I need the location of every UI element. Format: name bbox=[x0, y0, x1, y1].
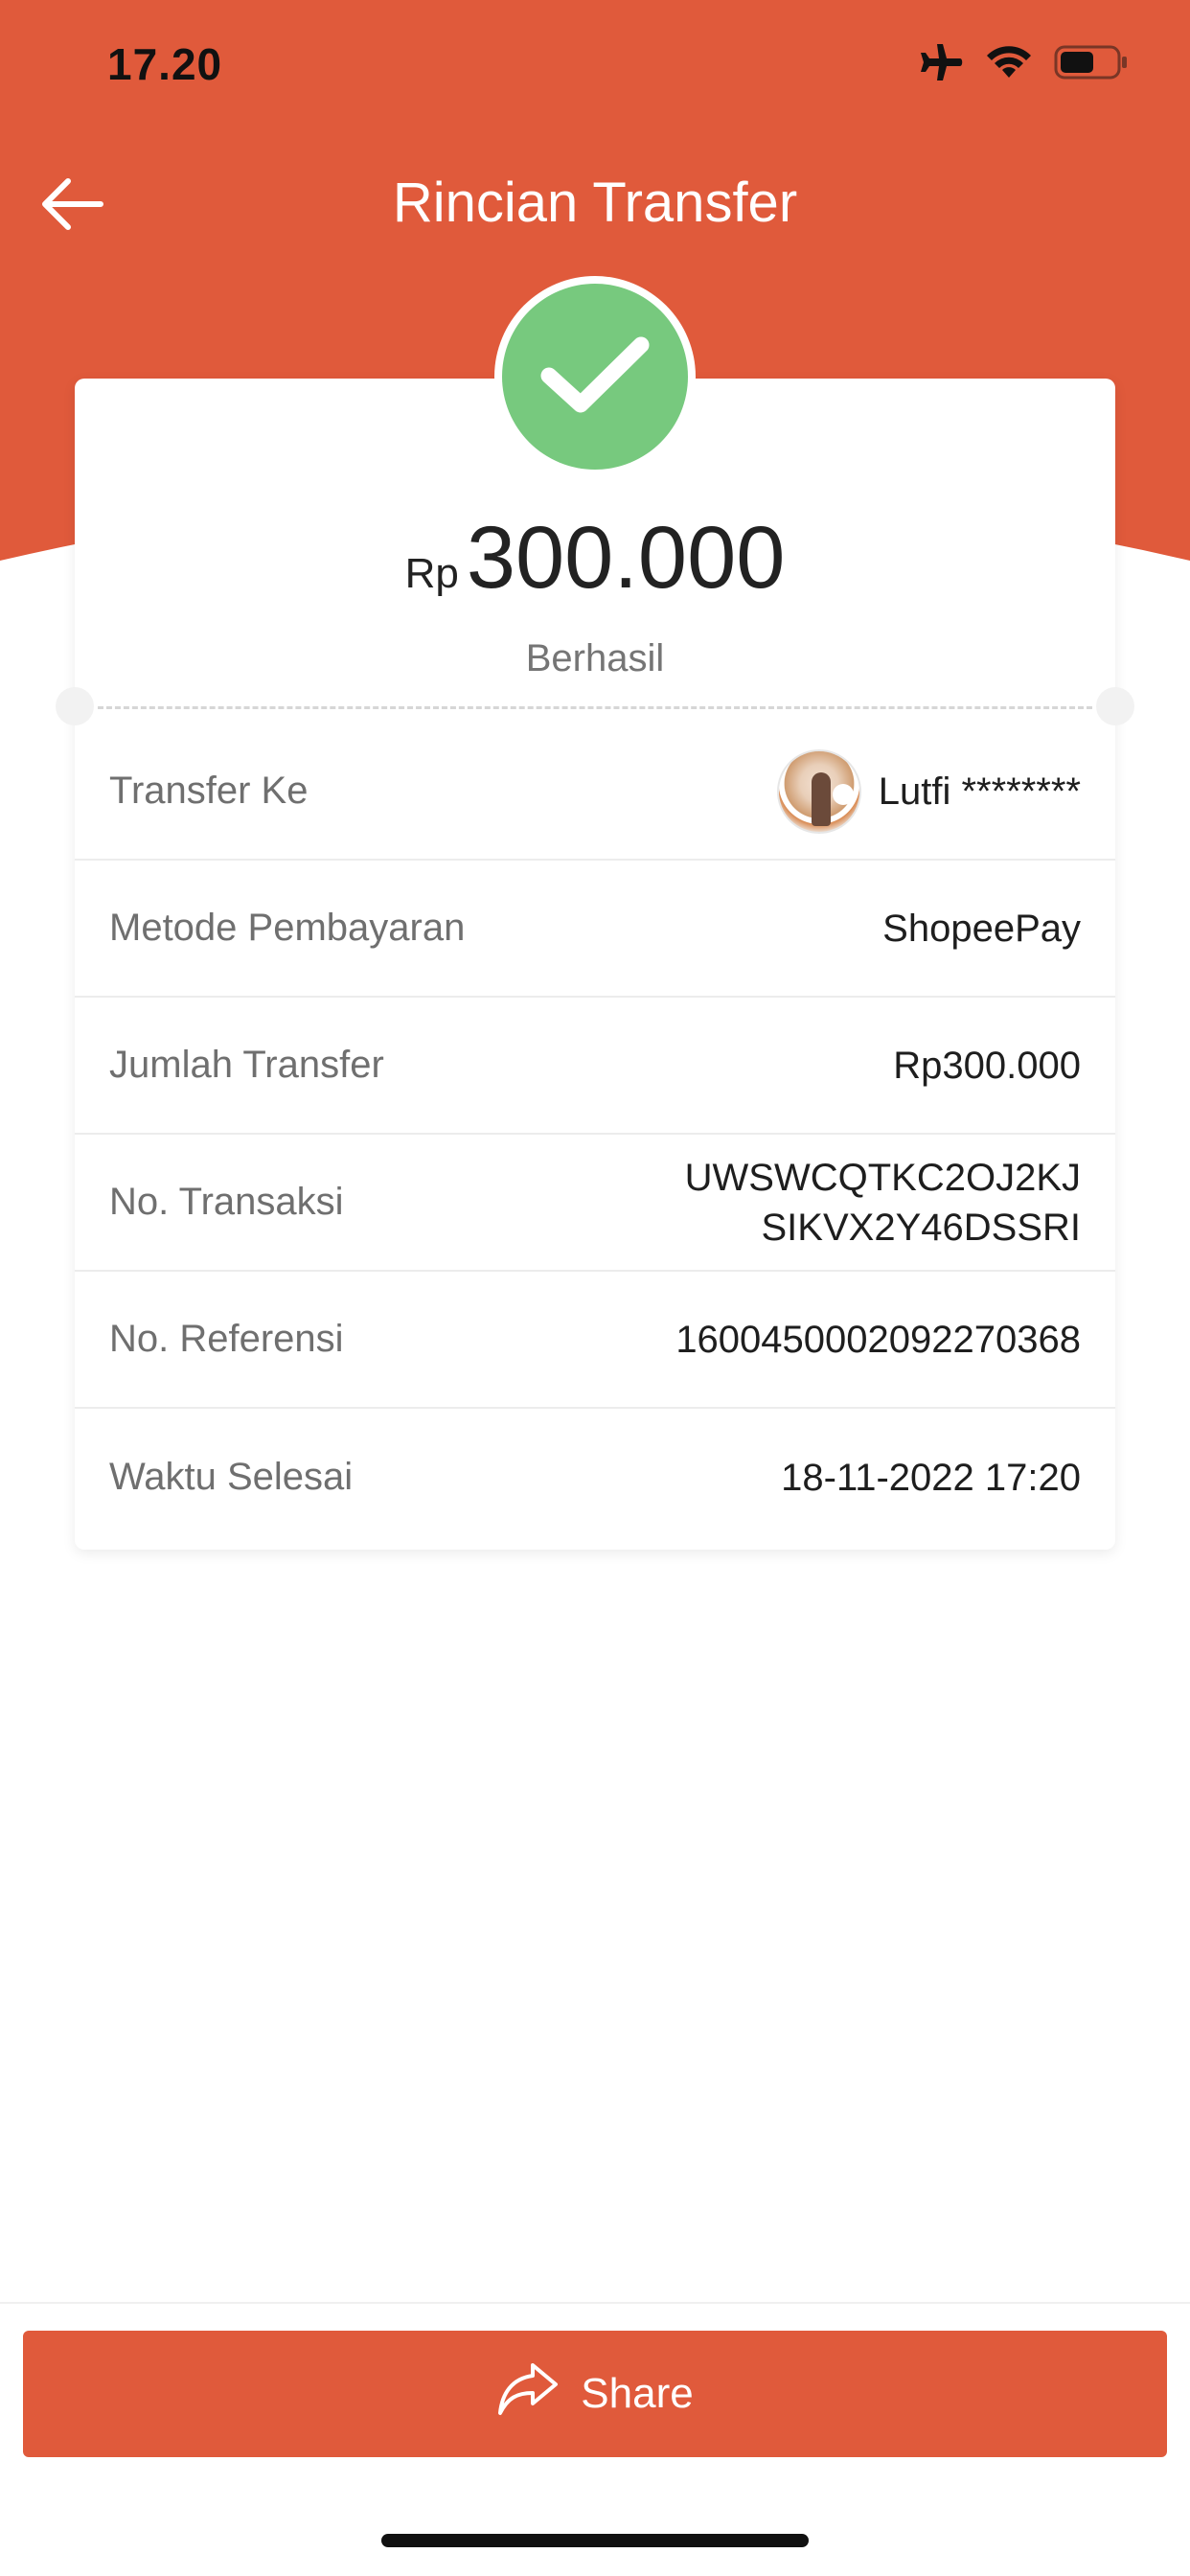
airplane-icon bbox=[918, 42, 964, 87]
transfer-status: Berhasil bbox=[525, 637, 665, 679]
detail-row-payment-method: Metode Pembayaran ShopeePay bbox=[75, 861, 1115, 998]
detail-list: Transfer Ke Lutfi ******** Metode Pembay… bbox=[75, 724, 1115, 1546]
detail-row-reference-no: No. Referensi 1600450002092270368 bbox=[75, 1272, 1115, 1409]
transaction-number[interactable]: UWSWCQTKC2OJ2KJ SIKVX2Y46DSSRI bbox=[685, 1153, 1081, 1253]
reference-number[interactable]: 1600450002092270368 bbox=[675, 1315, 1081, 1365]
transfer-detail-screen: 17.20 Rincian Transfer Rp300.000 Berhasi… bbox=[0, 0, 1190, 2576]
home-indicator[interactable] bbox=[381, 2534, 809, 2547]
share-button[interactable]: Share bbox=[23, 2331, 1167, 2457]
detail-row-transfer-to: Transfer Ke Lutfi ******** bbox=[75, 724, 1115, 861]
recipient: Lutfi ******** bbox=[776, 748, 1081, 834]
amount-value: 300.000 bbox=[466, 509, 786, 607]
avatar bbox=[776, 748, 861, 834]
detail-row-transfer-amount: Jumlah Transfer Rp300.000 bbox=[75, 998, 1115, 1135]
amount-currency: Rp bbox=[404, 550, 459, 597]
success-badge bbox=[494, 276, 696, 477]
wifi-icon bbox=[985, 43, 1033, 86]
row-value: Rp300.000 bbox=[893, 1044, 1081, 1087]
detail-row-transaction-no: No. Transaksi UWSWCQTKC2OJ2KJ SIKVX2Y46D… bbox=[75, 1135, 1115, 1272]
status-icons bbox=[918, 42, 1129, 87]
row-label: Jumlah Transfer bbox=[109, 1044, 384, 1086]
row-value: ShopeePay bbox=[882, 907, 1081, 950]
dashed-divider bbox=[98, 706, 1092, 709]
page-title: Rincian Transfer bbox=[392, 172, 798, 234]
status-bar: 17.20 bbox=[0, 0, 1190, 134]
transaction-number-line-1: UWSWCQTKC2OJ2KJ bbox=[684, 1156, 1081, 1199]
row-label: Metode Pembayaran bbox=[109, 907, 466, 949]
checkmark-icon bbox=[538, 332, 652, 423]
row-label: No. Referensi bbox=[109, 1318, 344, 1360]
success-circle bbox=[502, 284, 688, 470]
share-label: Share bbox=[581, 2370, 694, 2417]
row-label: Waktu Selesai bbox=[109, 1456, 354, 1498]
share-arrow-icon bbox=[496, 2361, 560, 2427]
row-value: 18-11-2022 17:20 bbox=[781, 1456, 1081, 1499]
ticket-notch-right bbox=[1096, 687, 1134, 725]
ticket-notch-left bbox=[56, 687, 94, 725]
transaction-number-line-2: SIKVX2Y46DSSRI bbox=[761, 1206, 1082, 1249]
recipient-name: Lutfi ******** bbox=[878, 770, 1081, 813]
status-time: 17.20 bbox=[107, 39, 223, 89]
row-label: No. Transaksi bbox=[109, 1181, 344, 1223]
amount-display: Rp300.000 bbox=[75, 508, 1115, 609]
detail-row-completed-time: Waktu Selesai 18-11-2022 17:20 bbox=[75, 1409, 1115, 1546]
transfer-receipt-card: Rp300.000 Berhasil Transfer Ke Lutfi ***… bbox=[56, 379, 1134, 1550]
battery-icon bbox=[1054, 44, 1129, 85]
row-label: Transfer Ke bbox=[109, 770, 309, 812]
